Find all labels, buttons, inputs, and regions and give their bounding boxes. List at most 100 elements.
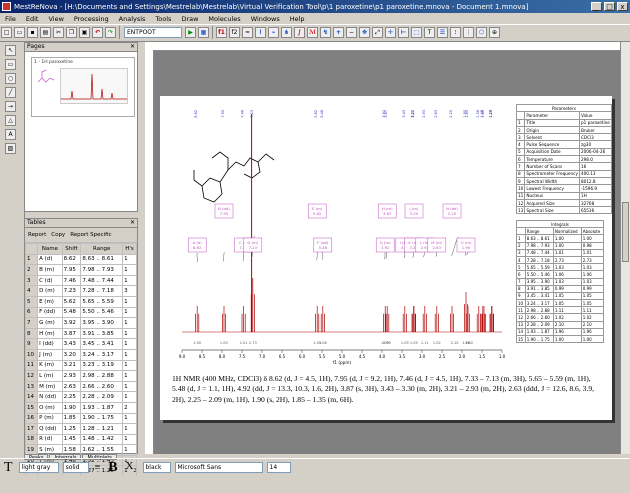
subscript-icon[interactable]: X2 <box>126 460 137 474</box>
menu-processing[interactable]: Processing <box>69 15 114 23</box>
report-button[interactable]: Report <box>28 232 46 238</box>
column-header[interactable]: H's <box>122 243 137 255</box>
table-row[interactable]: 14 N (dd) 2.25 2.28 .. 2.09 1 <box>24 391 137 403</box>
vertical-scrollbar[interactable] <box>620 42 630 454</box>
table-row[interactable]: 6F (dd) 5.48 5.50 .. 5.46 1 <box>24 306 137 319</box>
save-icon[interactable]: ▪ <box>27 27 38 38</box>
undo-icon[interactable]: ↶ <box>92 27 103 38</box>
paste-icon[interactable]: ▣ <box>79 27 90 38</box>
copy-button[interactable]: Copy <box>51 232 65 238</box>
column-header[interactable]: Range <box>80 243 124 255</box>
menu-windows[interactable]: Windows <box>246 15 285 23</box>
scrollbar-thumb[interactable] <box>622 202 629 262</box>
table-row[interactable]: 3C (d) 7.46 7.48 .. 7.44 1 <box>24 274 137 287</box>
maximize-button[interactable]: □ <box>604 2 615 11</box>
font-size-combo[interactable]: 14 <box>266 462 291 473</box>
zoom-out-icon[interactable]: − <box>346 27 357 38</box>
molecule-icon[interactable]: ⬡ <box>476 27 487 38</box>
table-row[interactable]: 17 Q (dd) 1.25 1.28 .. 1.21 1 <box>24 423 137 435</box>
f2-button[interactable]: f2 <box>229 27 240 38</box>
superimpose-icon[interactable]: ⫶ <box>450 27 461 38</box>
page-thumbnail[interactable]: 1 - 1H paroxetine <box>31 57 135 117</box>
column-header[interactable] <box>24 243 39 255</box>
table-cell: E (m) <box>37 295 63 308</box>
table-row[interactable]: 8H (m) 3.87 3.91 .. 3.85 1 <box>24 327 137 340</box>
column-header[interactable]: Shift <box>61 243 82 255</box>
integrate-icon[interactable]: ∫ <box>294 27 305 38</box>
menu-view[interactable]: View <box>43 15 68 23</box>
table-row[interactable]: 7G (m) 3.92 3.95 .. 3.90 1 <box>24 317 137 329</box>
param-cell: Spectral Size <box>524 206 580 215</box>
image-tool-icon[interactable]: ▨ <box>5 143 16 154</box>
font-name-combo[interactable]: Microsoft Sans <box>174 462 263 473</box>
menu-tools[interactable]: Tools <box>150 15 176 23</box>
table-row[interactable]: 5E (m) 5.62 5.65 .. 5.59 1 <box>24 295 137 308</box>
ruler-icon[interactable]: ⊢ <box>398 27 409 38</box>
fid-icon[interactable]: ≈ <box>242 27 253 38</box>
line-tool-icon[interactable]: ╱ <box>5 87 16 98</box>
copy-icon[interactable]: ❐ <box>66 27 77 38</box>
rectangle-tool-icon[interactable]: ▭ <box>5 59 16 70</box>
table-row[interactable]: 11 K (m) 3.21 3.23 .. 3.19 1 <box>24 359 137 372</box>
print-icon[interactable]: ▤ <box>40 27 51 38</box>
close-icon[interactable]: ✕ <box>130 219 135 227</box>
table-row[interactable]: 13 M (m) 2.63 2.66 .. 2.60 1 <box>24 380 137 393</box>
table-row[interactable]: 12 L (m) 2.93 2.98 .. 2.88 1 <box>24 370 137 382</box>
column-header[interactable]: Name <box>37 243 63 255</box>
arrayed-icon[interactable]: ⋮ <box>463 27 474 38</box>
table-row[interactable]: 10 J (m) 3.20 3.24 .. 3.17 1 <box>24 348 137 361</box>
text-tool-icon[interactable]: T <box>4 460 13 476</box>
menu-edit[interactable]: Edit <box>21 15 44 23</box>
multiplet-icon[interactable]: ℳ <box>307 27 318 38</box>
grid-icon[interactable]: ▦ <box>198 27 209 38</box>
table-row[interactable]: 18 R (d) 1.45 1.48 .. 1.42 1 <box>24 433 137 446</box>
crosshair-icon[interactable]: ✛ <box>385 27 396 38</box>
f1-button[interactable]: f1 <box>216 27 227 38</box>
polygon-tool-icon[interactable]: △ <box>5 115 16 126</box>
table-row[interactable]: 16 P (m) 1.85 1.90 .. 1.75 1 <box>24 412 137 425</box>
menu-molecules[interactable]: Molecules <box>203 15 245 23</box>
table-row[interactable]: 2B (m) 7.95 7.98 .. 7.93 1 <box>24 264 137 276</box>
text-icon[interactable]: T <box>424 27 435 38</box>
fit-icon[interactable]: ⤢ <box>372 27 383 38</box>
minimize-button[interactable]: _ <box>591 2 602 11</box>
report-specific-button[interactable]: Report Specific <box>70 232 111 238</box>
menu-help[interactable]: Help <box>285 15 310 23</box>
phase-icon[interactable]: ⌇ <box>255 27 266 38</box>
zoom-combo[interactable]: ENTPOOT <box>124 27 182 38</box>
redo-icon[interactable]: ↷ <box>105 27 116 38</box>
close-icon[interactable]: ✕ <box>130 43 135 51</box>
pointer-icon[interactable]: ↖ <box>5 45 16 56</box>
peak-pick-icon[interactable]: ⋔ <box>281 27 292 38</box>
nmr-spectrum[interactable]: 1.00 1.00 1.01 2.73 1.031.06 1.030.99 1.05 1.05… <box>170 100 510 365</box>
bold-icon[interactable]: B <box>108 460 117 476</box>
new-document-icon[interactable]: □ <box>1 27 12 38</box>
baseline-icon[interactable]: ⌁ <box>268 27 279 38</box>
select-icon[interactable]: ⬚ <box>411 27 422 38</box>
fill-style-combo[interactable]: light gray <box>18 462 59 473</box>
run-icon[interactable]: ▶ <box>185 27 196 38</box>
assign-icon[interactable]: ⊕ <box>489 27 500 38</box>
menu-analysis[interactable]: Analysis <box>114 15 151 23</box>
table-row[interactable]: 4D (m) 7.23 7.28 .. 7.18 3 <box>24 285 137 297</box>
nmr-report-caption[interactable]: 1H NMR (400 MHz, CDCl3) δ 8.62 (d, J = 4… <box>172 374 602 405</box>
pan-icon[interactable]: ✥ <box>359 27 370 38</box>
text-tool-icon[interactable]: A <box>5 129 16 140</box>
arrow-tool-icon[interactable]: → <box>5 101 16 112</box>
table-row[interactable]: 15 O (m) 1.90 1.93 .. 1.87 2 <box>24 401 137 414</box>
table-row[interactable]: 1A (d) 8.62 8.63 .. 8.61 1 <box>24 253 137 266</box>
cut-icon[interactable]: ✂ <box>53 27 64 38</box>
align-icon[interactable]: ≡ <box>95 462 101 473</box>
ellipse-tool-icon[interactable]: ○ <box>5 73 16 84</box>
font-color-combo[interactable]: black <box>142 462 171 473</box>
reference-icon[interactable]: ↯ <box>320 27 331 38</box>
open-folder-icon[interactable]: ▭ <box>14 27 25 38</box>
stack-icon[interactable]: ☰ <box>437 27 448 38</box>
close-button[interactable]: x <box>617 2 628 11</box>
zoom-in-icon[interactable]: + <box>333 27 344 38</box>
table-row[interactable]: 9I (dd) 3.43 3.45 .. 3.41 1 <box>24 338 137 350</box>
multiplet-shift: 5.48 <box>319 245 328 250</box>
menu-file[interactable]: File <box>0 15 21 23</box>
menu-draw[interactable]: Draw <box>176 15 203 23</box>
line-style-combo[interactable]: solid <box>62 462 89 473</box>
